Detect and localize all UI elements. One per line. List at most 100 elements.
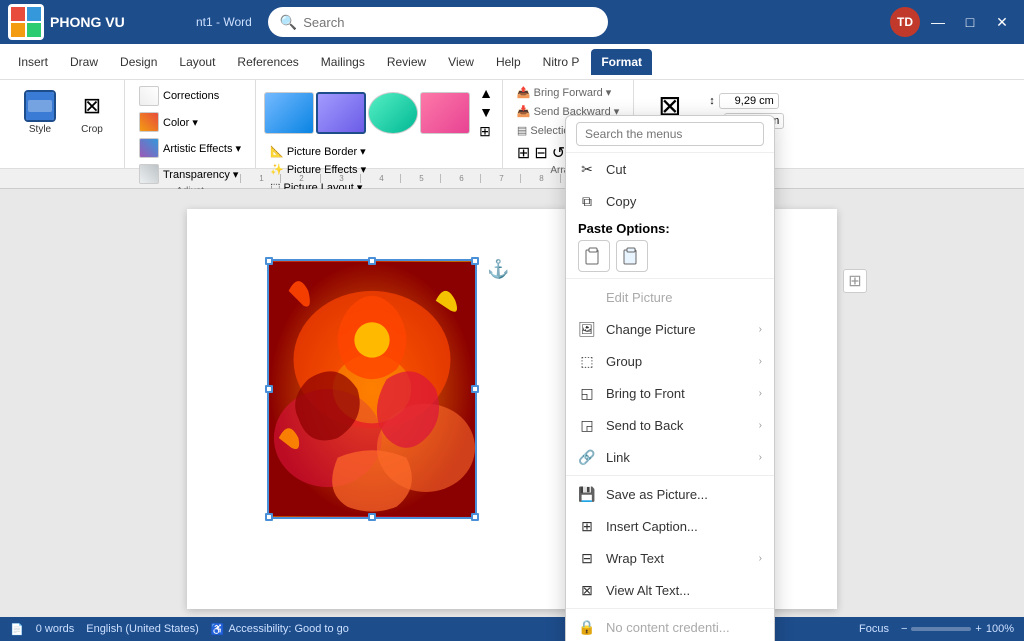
handle-top-mid[interactable]: [368, 257, 376, 265]
tab-help[interactable]: Help: [486, 49, 531, 75]
tab-layout[interactable]: Layout: [169, 49, 225, 75]
color-button[interactable]: Color ▾: [133, 110, 247, 134]
ctx-no-content: 🔒 No content credenti...: [566, 611, 774, 641]
handle-top-left[interactable]: [265, 257, 273, 265]
styles-down[interactable]: ▼: [478, 103, 494, 121]
tab-nitrop[interactable]: Nitro P: [533, 49, 590, 75]
change-picture-icon: 🖼: [578, 320, 596, 338]
bring-forward-label: 📤 Bring Forward ▾: [517, 86, 611, 99]
ctx-search-input[interactable]: [576, 122, 764, 146]
styles-scroll: ▲ ▼ ⊞: [478, 84, 494, 141]
picture-styles-group: ▲ ▼ ⊞ 📐 Picture Border ▾ ✨ Picture Effec…: [256, 80, 503, 168]
layout-icon[interactable]: ⊞: [843, 269, 867, 293]
transparency-button[interactable]: Transparency ▾: [133, 162, 247, 186]
ctx-bring-to-front[interactable]: ◱ Bring to Front ›: [566, 377, 774, 409]
send-to-back-arrow: ›: [759, 420, 762, 431]
rotate-button[interactable]: ↺: [552, 143, 565, 163]
crop-tab-label: Crop: [81, 124, 103, 135]
tab-mailings[interactable]: Mailings: [311, 49, 375, 75]
search-bar[interactable]: 🔍: [268, 7, 608, 37]
title-actions: TD — □ ✕: [890, 7, 1016, 37]
tab-format[interactable]: Format: [591, 49, 652, 75]
handle-top-right[interactable]: [471, 257, 479, 265]
status-focus[interactable]: Focus: [859, 623, 889, 635]
ctx-change-picture-label: Change Picture: [606, 322, 749, 337]
style-thumb-3[interactable]: [368, 92, 418, 134]
style-label: Style: [29, 124, 51, 135]
styles-expand[interactable]: ⊞: [478, 122, 494, 141]
minimize-button[interactable]: —: [924, 8, 952, 36]
zoom-out-icon: −: [901, 623, 907, 635]
status-accessibility[interactable]: ♿ Accessibility: Good to go: [211, 623, 349, 636]
accessibility-label: Accessibility: Good to go: [228, 623, 348, 635]
close-button[interactable]: ✕: [988, 8, 1016, 36]
tab-review[interactable]: Review: [377, 49, 436, 75]
ribbon-tabs: Insert Draw Design Layout References Mai…: [0, 44, 1024, 80]
wrap-text-icon: ⊟: [578, 549, 596, 567]
ctx-copy[interactable]: ⧉ Copy: [566, 185, 774, 217]
link-arrow: ›: [759, 452, 762, 463]
status-language[interactable]: English (United States): [86, 623, 199, 635]
status-zoom[interactable]: − + 100%: [901, 623, 1014, 635]
insert-caption-icon: ⊞: [578, 517, 596, 535]
status-right: Focus − + 100%: [859, 623, 1014, 635]
ctx-view-alt-text[interactable]: ⊠ View Alt Text...: [566, 574, 774, 606]
handle-bottom-left[interactable]: [265, 513, 273, 521]
align-button[interactable]: ⊞: [517, 143, 530, 163]
corrections-button[interactable]: Corrections: [133, 84, 247, 108]
ctx-cut[interactable]: ✂ Cut: [566, 153, 774, 185]
document-area: ⚓ ⊞: [0, 189, 1024, 617]
paste-option-2[interactable]: [616, 240, 648, 272]
style-thumb-1[interactable]: [264, 92, 314, 134]
ctx-change-picture[interactable]: 🖼 Change Picture ›: [566, 313, 774, 345]
tab-insert[interactable]: Insert: [8, 49, 58, 75]
style-thumb-2[interactable]: [316, 92, 366, 134]
ctx-group[interactable]: ⬚ Group ›: [566, 345, 774, 377]
ruler-mark-8: 8: [520, 174, 560, 183]
selected-image[interactable]: [267, 259, 477, 519]
tab-draw[interactable]: Draw: [60, 49, 108, 75]
style-thumb-4[interactable]: [420, 92, 470, 134]
handle-left-mid[interactable]: [265, 385, 273, 393]
tab-view[interactable]: View: [438, 49, 484, 75]
height-icon: ↕: [709, 95, 715, 107]
tab-design[interactable]: Design: [110, 49, 167, 75]
artistic-effects-button[interactable]: Artistic Effects ▾: [133, 136, 247, 160]
ruler-mark-1: 1: [240, 174, 280, 183]
tab-references[interactable]: References: [227, 49, 308, 75]
handle-bottom-right[interactable]: [471, 513, 479, 521]
ctx-insert-caption[interactable]: ⊞ Insert Caption...: [566, 510, 774, 542]
paste-option-1[interactable]: [578, 240, 610, 272]
wrap-text-arrow: ›: [759, 553, 762, 564]
ctx-save-as-picture[interactable]: 💾 Save as Picture...: [566, 478, 774, 510]
search-input[interactable]: [303, 15, 596, 30]
zoom-slider[interactable]: [911, 627, 971, 631]
adjust-buttons: Corrections Color ▾ Artistic Effects ▾ T…: [133, 84, 247, 186]
style-button[interactable]: Style: [16, 86, 64, 139]
ctx-send-to-back[interactable]: ◲ Send to Back ›: [566, 409, 774, 441]
group-arrow: ›: [759, 356, 762, 367]
picture-border-button[interactable]: 📐 Picture Border ▾: [264, 143, 494, 160]
edit-picture-icon: [578, 288, 596, 306]
ctx-send-to-back-label: Send to Back: [606, 418, 749, 433]
ctx-paste-section: Paste Options:: [566, 217, 774, 276]
bring-forward-button[interactable]: 📤 Bring Forward ▾: [511, 84, 625, 101]
style-crop-group: Style ⊠ Crop: [8, 80, 125, 168]
transparency-label: Transparency ▾: [163, 168, 238, 181]
ctx-wrap-text[interactable]: ⊟ Wrap Text ›: [566, 542, 774, 574]
styles-up[interactable]: ▲: [478, 84, 494, 102]
artistic-effects-icon: [139, 138, 159, 158]
handle-right-mid[interactable]: [471, 385, 479, 393]
ctx-link[interactable]: 🔗 Link ›: [566, 441, 774, 473]
crop-tab-button[interactable]: ⊠ Crop: [68, 86, 116, 139]
crop-tab-icon: ⊠: [76, 90, 108, 122]
page-icon: 📄: [10, 623, 24, 636]
ctx-link-label: Link: [606, 450, 749, 465]
restore-button[interactable]: □: [956, 8, 984, 36]
handle-bottom-mid[interactable]: [368, 513, 376, 521]
link-icon: 🔗: [578, 448, 596, 466]
corrections-icon: [139, 86, 159, 106]
focus-label: Focus: [859, 623, 889, 635]
height-input[interactable]: [719, 93, 779, 109]
wrap-button[interactable]: ⊟: [534, 143, 547, 163]
